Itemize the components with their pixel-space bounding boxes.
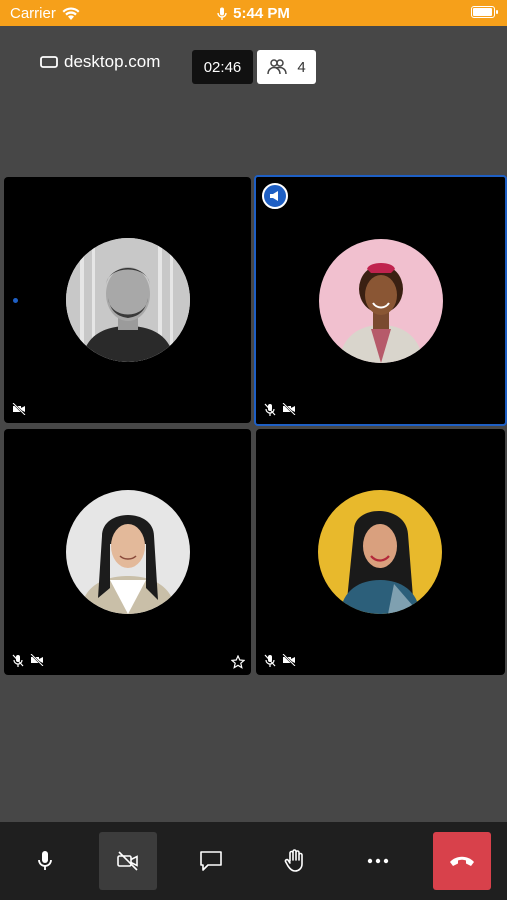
participants-button[interactable]: 4: [257, 50, 316, 84]
participants-icon: [267, 59, 288, 75]
camera-toggle-button[interactable]: [99, 832, 157, 890]
microphone-icon: [38, 851, 52, 870]
chat-button[interactable]: [182, 832, 240, 890]
battery-icon: [471, 6, 498, 18]
microphone-off-icon: [12, 654, 24, 667]
participant-tile-1[interactable]: [4, 177, 251, 423]
participant-tile-3[interactable]: [4, 429, 251, 675]
app-logo: desktop.com: [40, 52, 160, 72]
more-icon: [367, 858, 389, 864]
activity-indicator: [13, 298, 18, 303]
camera-off-icon: [282, 403, 296, 415]
active-speaker-badge: [262, 183, 288, 209]
raise-hand-icon: [284, 849, 303, 872]
camera-off-icon: [117, 851, 138, 871]
avatar: [66, 238, 190, 362]
call-timer: 02:46: [192, 50, 253, 84]
end-call-button[interactable]: [433, 832, 491, 890]
participant-tile-4[interactable]: [256, 429, 505, 675]
microphone-off-icon: [264, 654, 276, 667]
status-bar: Carrier 5:44 PM: [0, 0, 507, 26]
microphone-off-icon: [264, 403, 276, 416]
call-toolbar: [0, 822, 507, 900]
megaphone-icon: [270, 191, 278, 201]
camera-off-icon: [282, 654, 296, 666]
more-options-button[interactable]: [349, 832, 407, 890]
end-call-icon: [450, 856, 474, 866]
microphone-status-icon: [217, 7, 227, 20]
participant-count: 4: [297, 58, 306, 76]
avatar: [318, 490, 442, 614]
participant-tile-2[interactable]: [254, 175, 507, 426]
chat-icon: [200, 851, 222, 871]
desktop-logo-icon: [40, 56, 58, 68]
clock: 5:44 PM: [233, 5, 290, 22]
raise-hand-button[interactable]: [266, 832, 324, 890]
star-icon[interactable]: [231, 655, 245, 669]
microphone-button[interactable]: [16, 832, 74, 890]
logo-text: desktop.com: [64, 52, 161, 71]
avatar: [66, 490, 190, 614]
camera-off-icon: [12, 403, 26, 415]
camera-off-icon: [30, 654, 44, 666]
avatar: [319, 239, 443, 363]
